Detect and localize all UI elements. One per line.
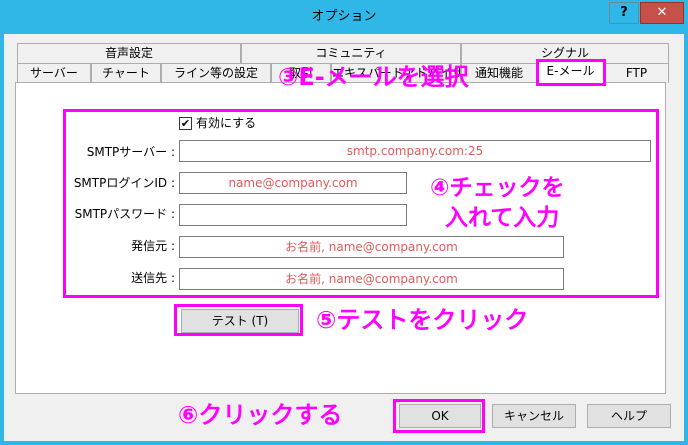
tab-server[interactable]: サーバー [17, 63, 91, 83]
tab-notifications[interactable]: 通知機能 [461, 63, 537, 83]
cancel-button[interactable]: キャンセル [492, 404, 576, 428]
step4-annotation-line1: ④チェックを [430, 175, 565, 201]
help-title-button[interactable]: ? [609, 2, 639, 24]
email-tab-highlight [536, 59, 606, 86]
ok-button-highlight [393, 399, 485, 433]
form-highlight [63, 109, 659, 298]
tab-sound[interactable]: 音声設定 [17, 43, 241, 63]
tab-chart[interactable]: チャート [91, 63, 161, 83]
close-icon[interactable]: ✕ [640, 2, 684, 24]
tab-ftp[interactable]: FTP [604, 63, 669, 83]
window-title: オプション [311, 9, 377, 24]
tab-line-settings[interactable]: ライン等の設定 [161, 63, 271, 83]
test-button-highlight [174, 304, 303, 336]
help-button[interactable]: ヘルプ [587, 404, 671, 428]
step3-annotation: ③E-メールを選択 [278, 63, 469, 91]
step4-annotation-line2: 入れて入力 [445, 205, 560, 231]
step5-annotation: ⑤テストをクリック [316, 306, 529, 334]
step6-annotation: ⑥クリックする [178, 401, 343, 429]
